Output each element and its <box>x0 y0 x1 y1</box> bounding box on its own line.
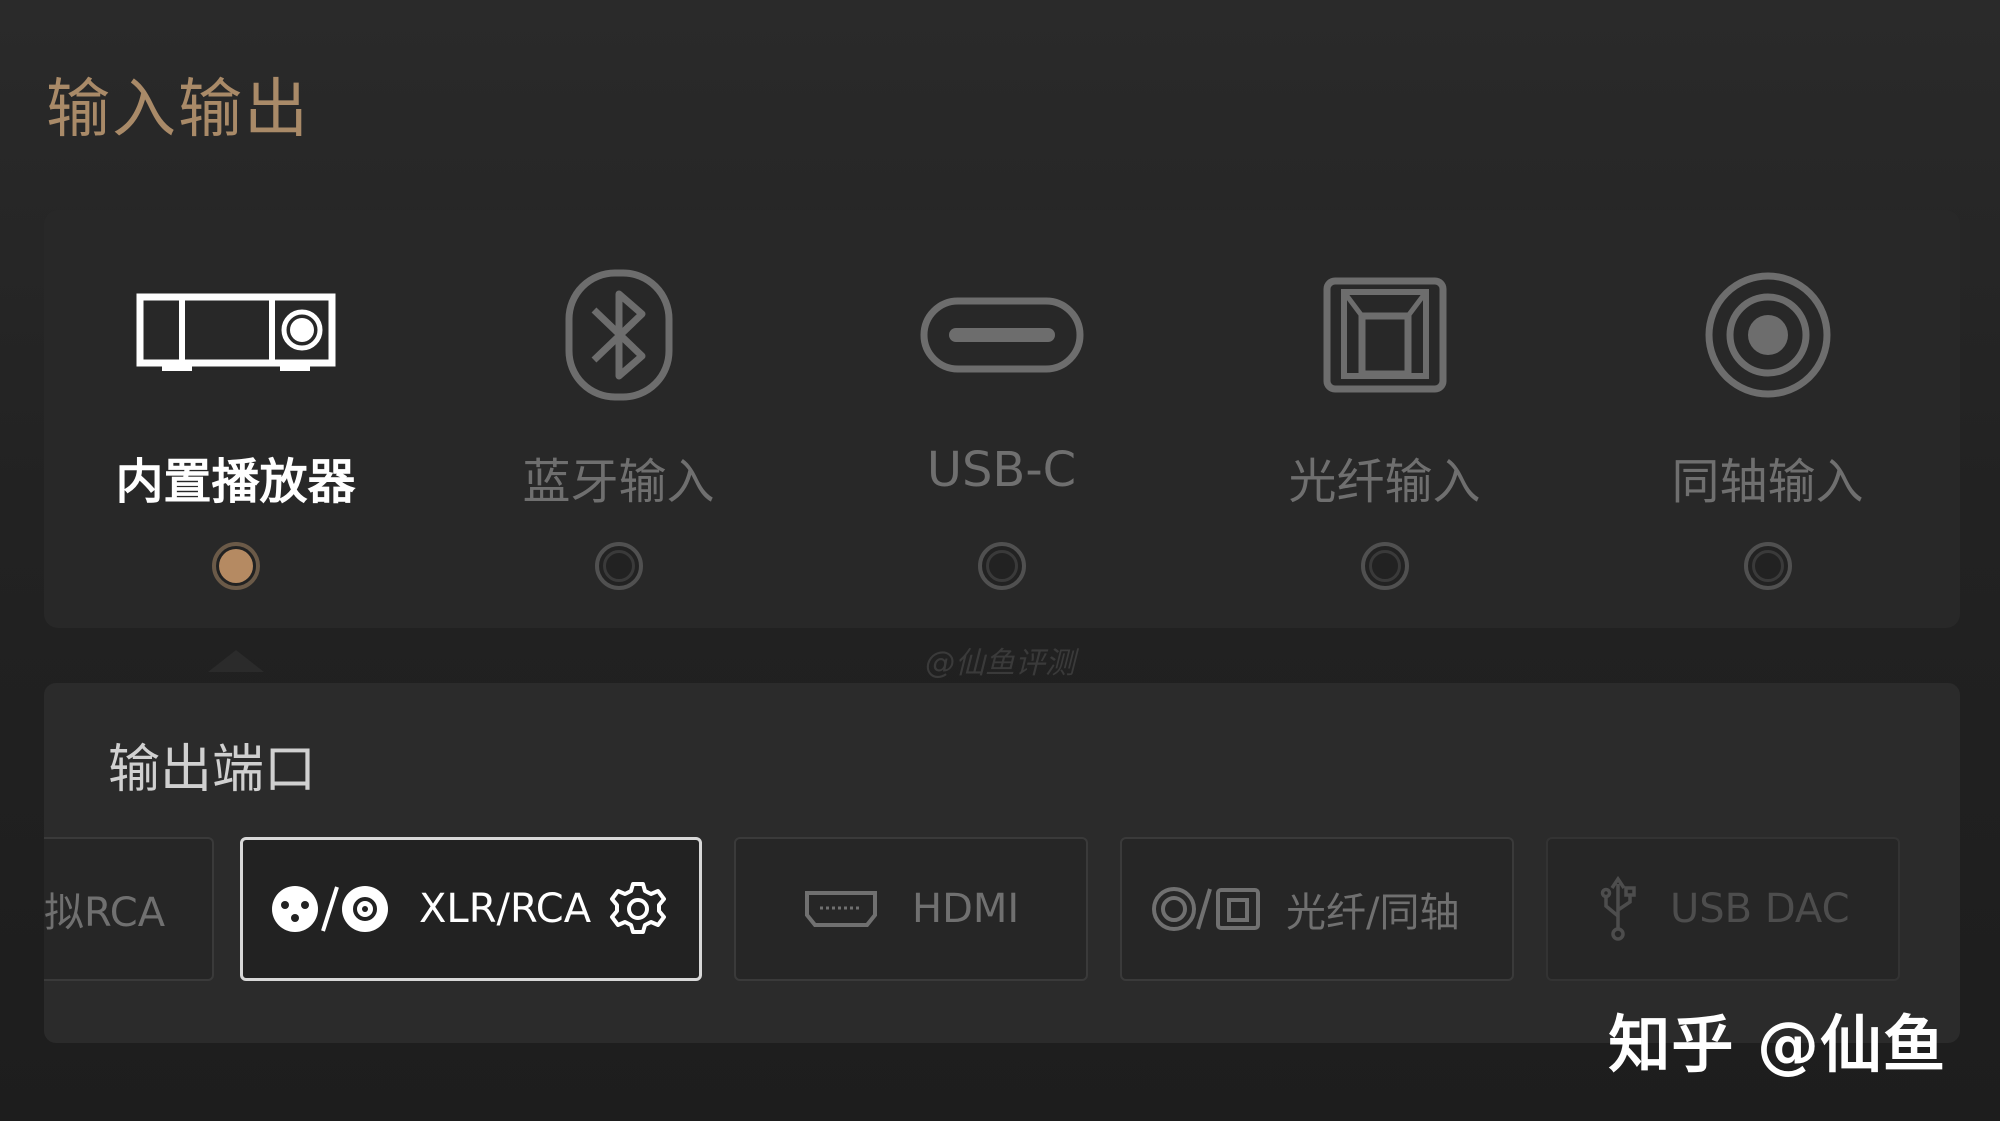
port-option-optical-coaxial[interactable]: 光纤/同轴 <box>1120 837 1514 981</box>
input-source-panel: 内置播放器 蓝牙输入 USB-C 光纤输入 同轴输入 <box>44 210 1960 628</box>
port-option-hdmi[interactable]: HDMI <box>734 837 1088 981</box>
usb-icon <box>1598 876 1638 942</box>
input-option-bluetooth[interactable]: 蓝牙输入 <box>427 210 810 628</box>
port-option-analog-rca[interactable]: 拟RCA <box>44 837 214 981</box>
gear-icon[interactable] <box>609 880 667 938</box>
input-label: 蓝牙输入 <box>522 454 715 510</box>
input-label: USB-C <box>926 442 1077 498</box>
page-title: 输入输出 <box>46 73 310 147</box>
port-option-xlr-rca[interactable]: XLR/RCA <box>240 837 702 981</box>
radio-unselected[interactable] <box>977 542 1026 590</box>
optical-coaxial-icon <box>1152 885 1264 933</box>
usb-c-port-icon <box>892 260 1112 410</box>
bluetooth-icon <box>509 260 729 410</box>
port-label: XLR/RCA <box>419 886 592 932</box>
radio-unselected[interactable] <box>594 542 643 590</box>
watermark: @仙鱼评测 <box>925 646 1075 681</box>
input-label: 同轴输入 <box>1671 454 1864 510</box>
port-label: USB DAC <box>1670 886 1850 932</box>
radio-unselected[interactable] <box>1743 542 1792 590</box>
source-credit: 知乎 @仙鱼 <box>1608 1008 1946 1081</box>
xlr-rca-icon <box>271 883 389 935</box>
port-label: 拟RCA <box>44 890 166 936</box>
optical-port-icon <box>1275 260 1495 410</box>
input-label: 内置播放器 <box>115 454 356 510</box>
input-option-coaxial[interactable]: 同轴输入 <box>1576 210 1959 628</box>
output-port-list[interactable]: 拟RCA XLR/RCA HDMI 光纤/同轴 USB DAC <box>44 837 1960 981</box>
port-label: HDMI <box>912 886 1020 932</box>
hdmi-icon <box>804 890 878 928</box>
coaxial-port-icon <box>1658 260 1878 410</box>
input-option-optical[interactable]: 光纤输入 <box>1193 210 1576 628</box>
radio-unselected[interactable] <box>1360 542 1409 590</box>
input-option-usb-c[interactable]: USB-C <box>810 210 1193 628</box>
player-device-icon <box>126 260 346 410</box>
output-section-title: 输出端口 <box>108 740 317 800</box>
port-label: 光纤/同轴 <box>1286 890 1460 936</box>
radio-selected[interactable] <box>211 542 260 590</box>
output-port-panel: 输出端口 拟RCA XLR/RCA HDMI 光纤/同轴 USB DAC <box>44 683 1960 1043</box>
input-label: 光纤输入 <box>1288 454 1481 510</box>
port-option-usb-dac[interactable]: USB DAC <box>1546 837 1900 981</box>
input-option-builtin-player[interactable]: 内置播放器 <box>44 210 427 628</box>
